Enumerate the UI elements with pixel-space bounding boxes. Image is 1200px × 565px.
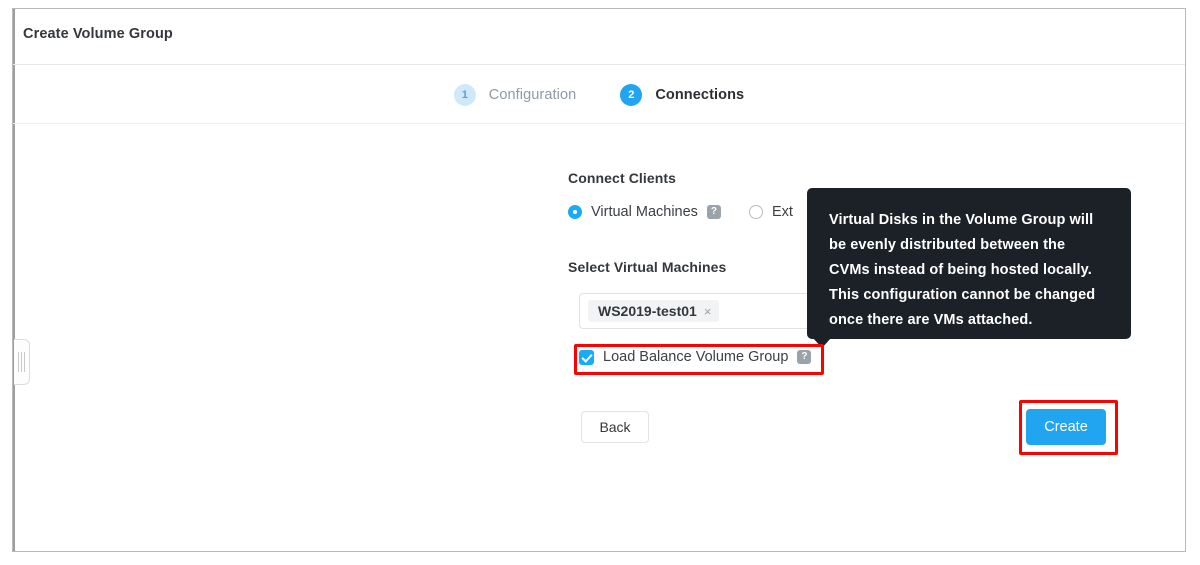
stepper: 1 Configuration 2 Connections xyxy=(13,65,1185,124)
grip-line xyxy=(24,352,25,372)
dialog-title-bar: Create Volume Group xyxy=(13,9,1185,65)
radio-selected-icon[interactable] xyxy=(568,205,582,219)
load-balance-checkbox[interactable] xyxy=(579,349,594,365)
tooltip: Virtual Disks in the Volume Group will b… xyxy=(807,188,1131,339)
radio-option-external-clients[interactable]: Ext xyxy=(748,204,793,220)
vm-tag: WS2019-test01 × xyxy=(588,300,720,322)
vm-tag-label: WS2019-test01 xyxy=(598,303,697,319)
radio-option-virtual-machines[interactable]: Virtual Machines ? xyxy=(568,204,721,220)
step-1-label: Configuration xyxy=(488,86,577,103)
grip-line xyxy=(18,352,19,372)
load-balance-label: Load Balance Volume Group xyxy=(603,349,789,365)
back-button[interactable]: Back xyxy=(581,411,649,443)
create-button[interactable]: Create xyxy=(1026,409,1106,445)
close-icon[interactable]: × xyxy=(704,305,712,318)
step-2-badge: 2 xyxy=(620,83,643,106)
create-volume-group-dialog: Create Volume Group 1 Configuration 2 Co… xyxy=(12,8,1186,552)
tooltip-arrow-icon xyxy=(813,338,831,348)
page-title: Create Volume Group xyxy=(23,26,173,42)
grip-line xyxy=(21,352,22,372)
select-virtual-machines-label: Select Virtual Machines xyxy=(568,259,727,275)
step-connections[interactable]: 2 Connections xyxy=(620,83,745,106)
radio-unselected-icon[interactable] xyxy=(748,205,763,219)
connect-clients-radio-group: Virtual Machines ? Ext xyxy=(568,204,793,220)
radio-label-virtual-machines: Virtual Machines xyxy=(591,204,698,220)
step-configuration[interactable]: 1 Configuration xyxy=(453,83,577,106)
stepper-bar: 1 Configuration 2 Connections xyxy=(13,65,1185,124)
connect-clients-label: Connect Clients xyxy=(568,170,677,186)
tooltip-text: Virtual Disks in the Volume Group will b… xyxy=(829,212,1096,328)
panel-resize-handle[interactable] xyxy=(14,339,30,385)
help-icon-load-balance[interactable]: ? xyxy=(797,350,812,364)
step-2-label: Connections xyxy=(655,86,745,103)
radio-label-external-clients: Ext xyxy=(771,204,793,220)
help-icon-virtual-machines[interactable]: ? xyxy=(706,205,721,219)
step-1-badge: 1 xyxy=(453,83,476,106)
load-balance-row[interactable]: Load Balance Volume Group ? xyxy=(579,349,812,365)
